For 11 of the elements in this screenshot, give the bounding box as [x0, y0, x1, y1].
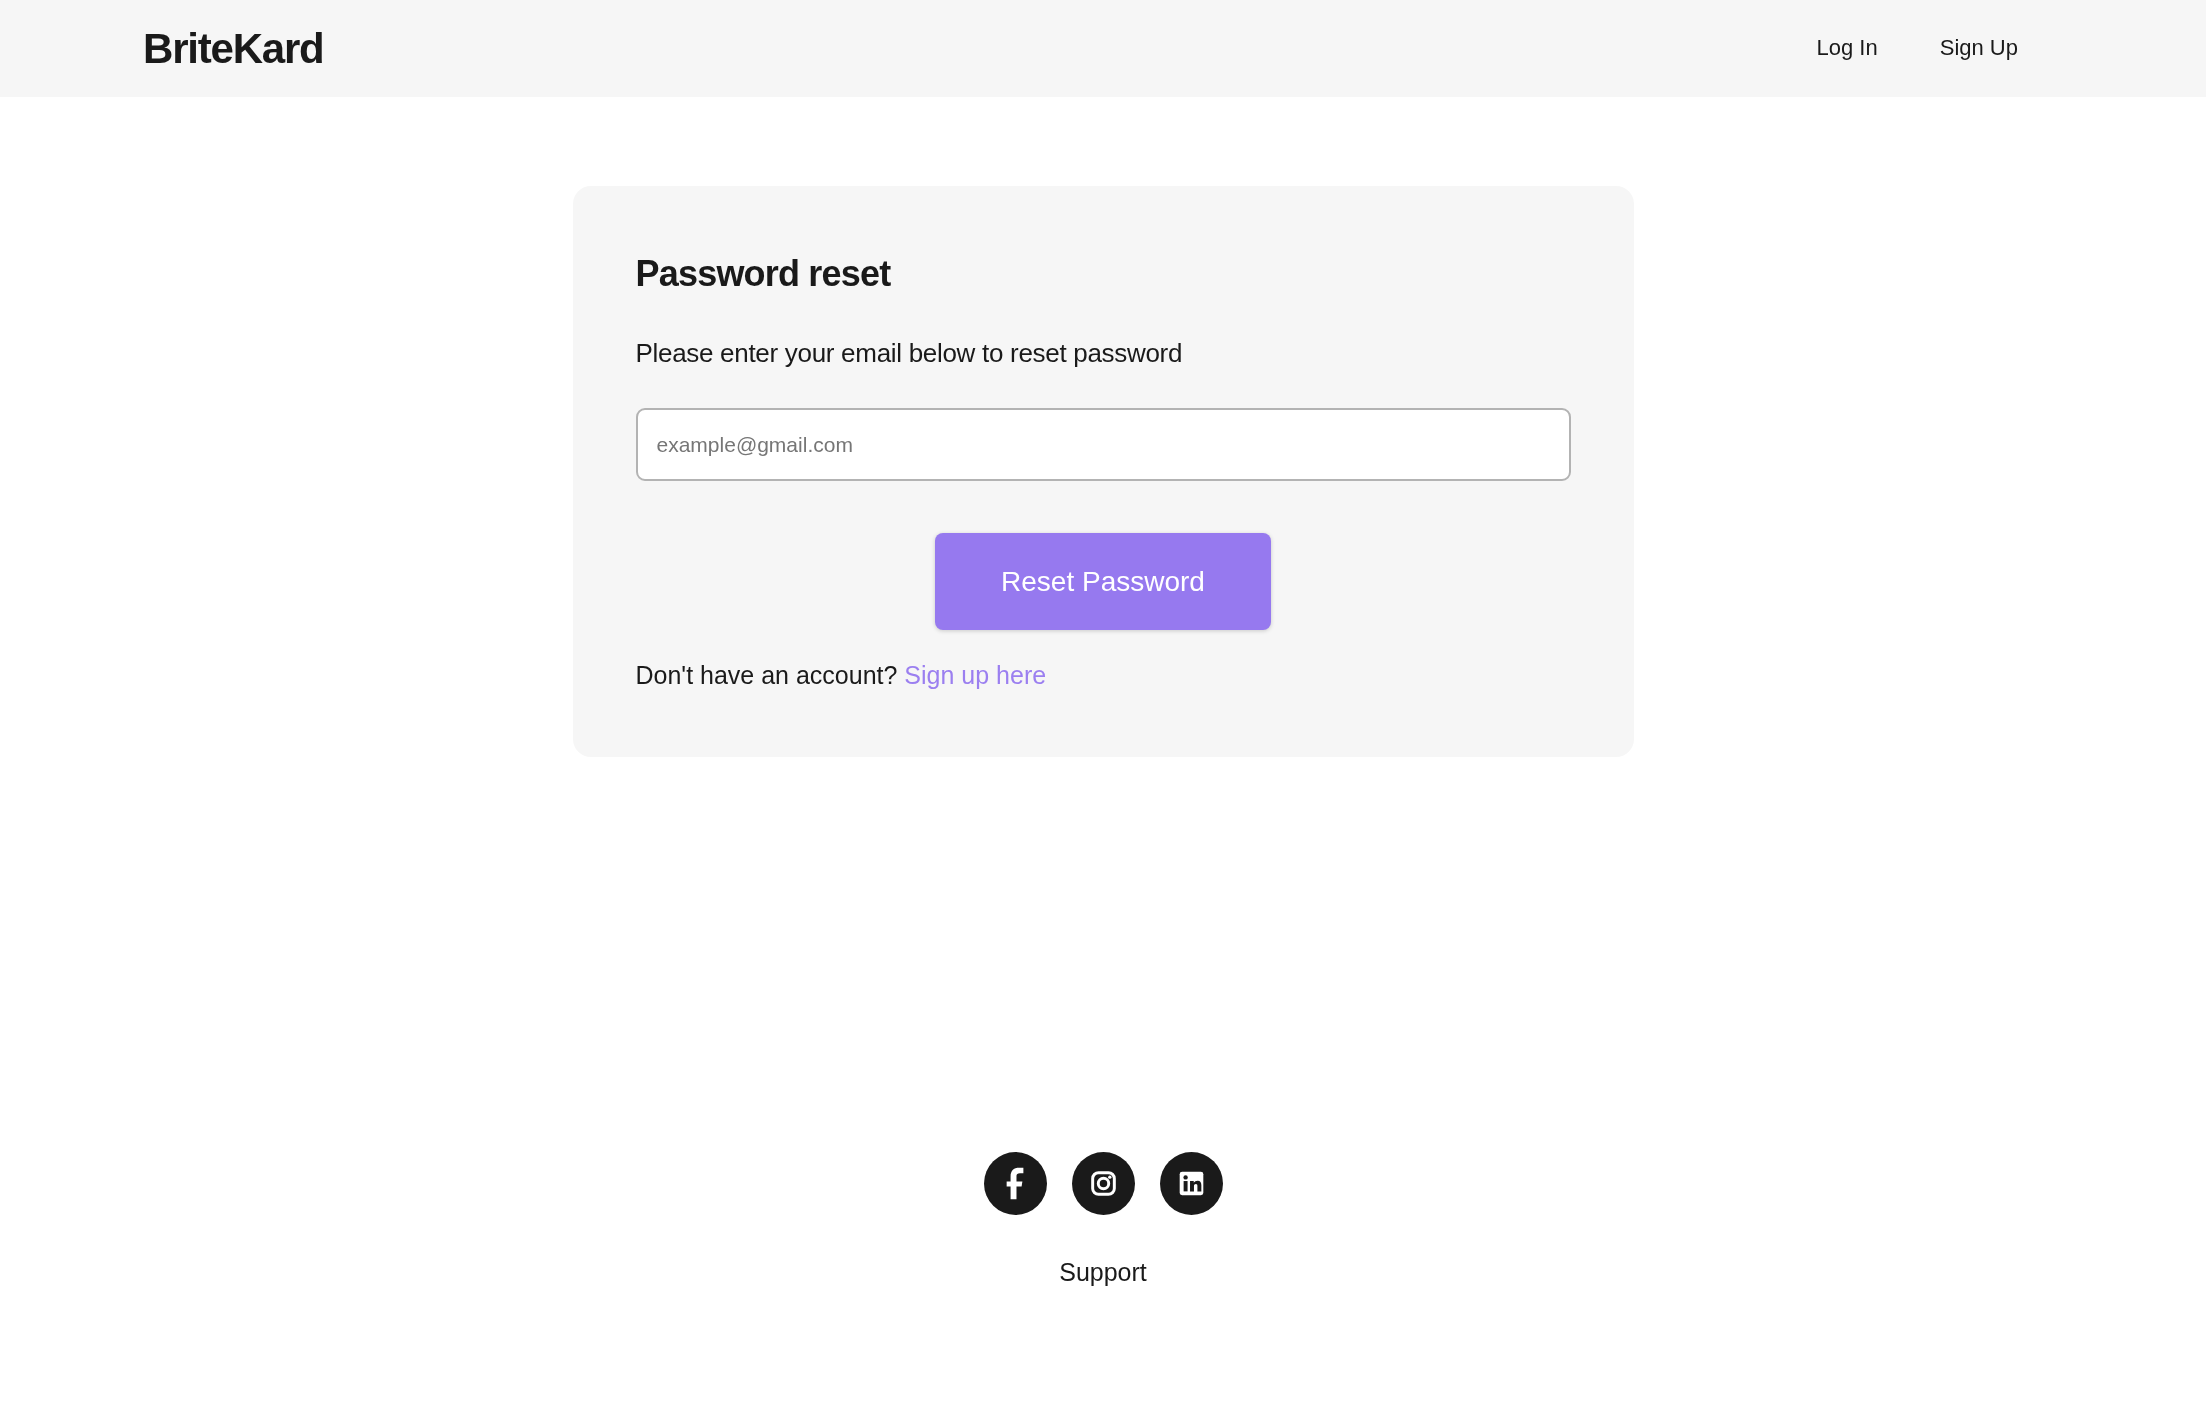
facebook-icon[interactable]	[983, 1152, 1047, 1215]
linkedin-icon[interactable]	[1159, 1152, 1223, 1215]
signup-prompt: Don't have an account? Sign up here	[635, 660, 1048, 691]
email-field[interactable]: example@gmail.com	[635, 408, 1571, 481]
nav-link[interactable]: Log In	[1816, 34, 1878, 63]
nav-link[interactable]: Sign Up	[1939, 34, 2018, 63]
instagram-icon[interactable]	[1071, 1152, 1135, 1215]
support-link[interactable]: Support	[1059, 1256, 1147, 1288]
card-title: Password reset	[635, 252, 892, 296]
brand-name[interactable]: BriteKard	[143, 27, 324, 70]
instructions-text: Please enter your email below to reset password	[635, 337, 1184, 370]
